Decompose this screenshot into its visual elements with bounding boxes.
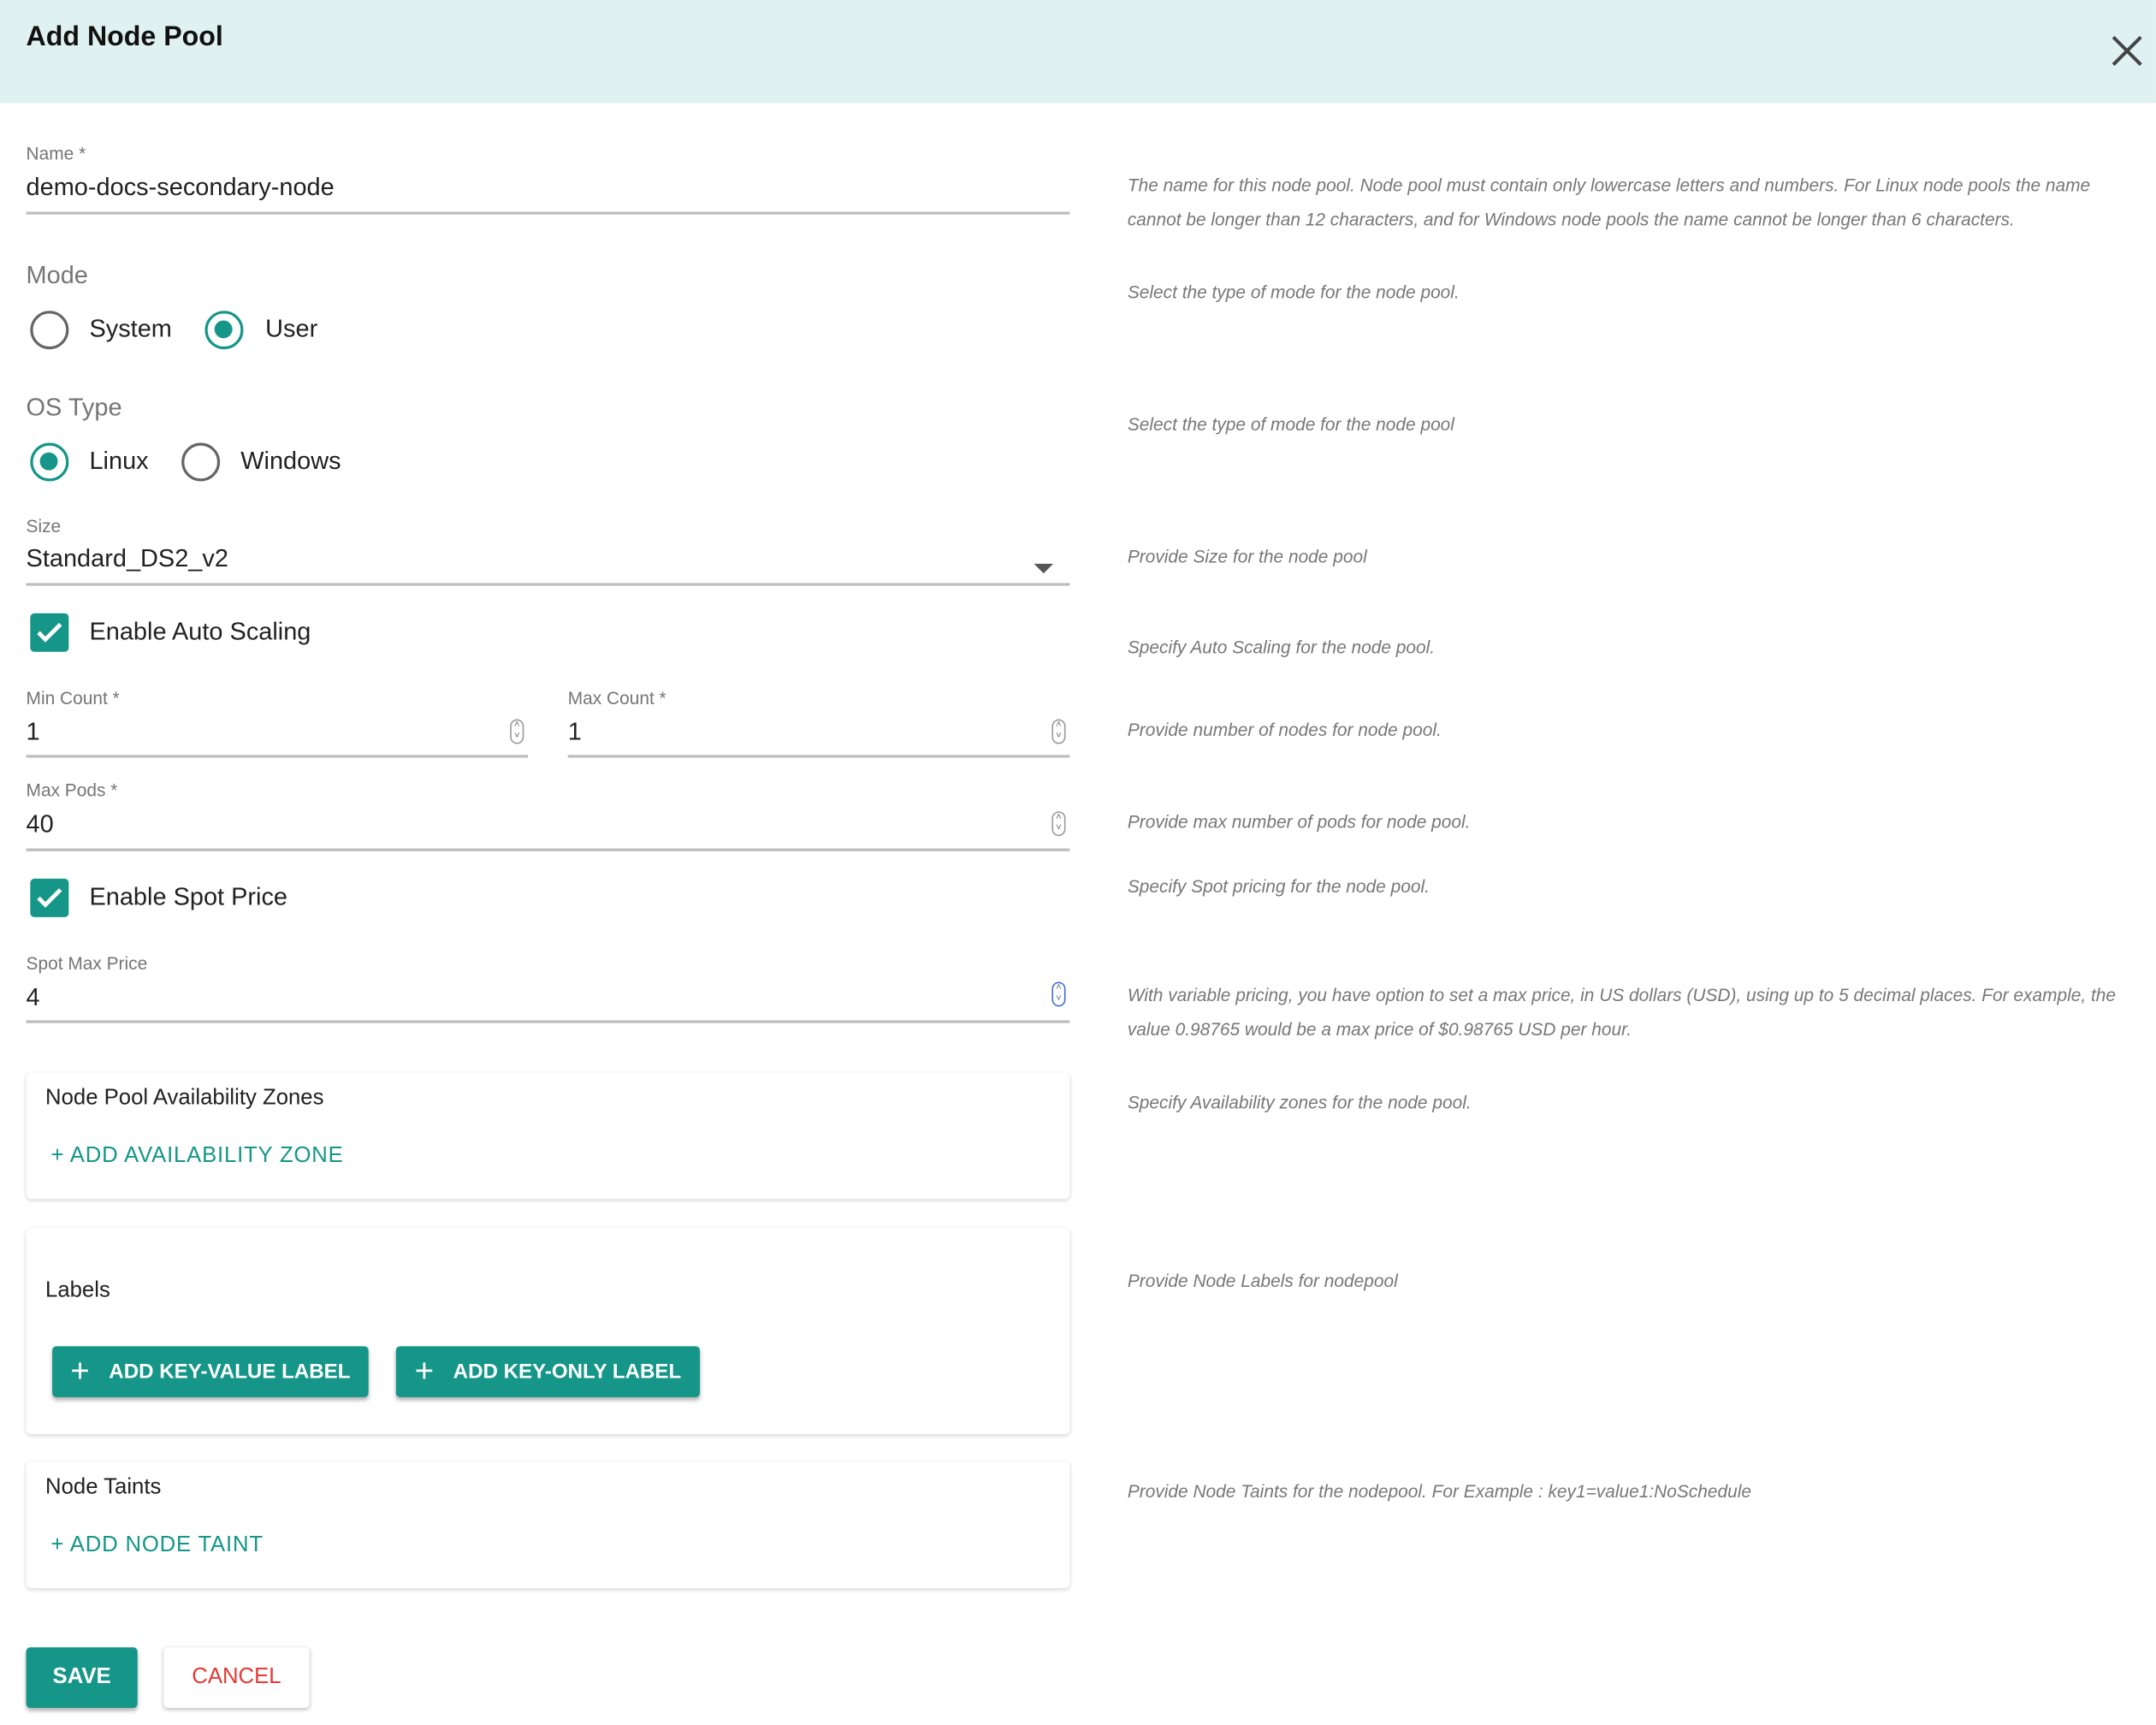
min-count-label: Min Count * [26, 687, 120, 708]
availability-zones-title: Node Pool Availability Zones [45, 1086, 324, 1110]
mode-system-radio[interactable] [30, 311, 69, 350]
auto-scaling-label[interactable]: Enable Auto Scaling [89, 618, 311, 647]
max-count-label: Max Count * [567, 687, 666, 708]
chevron-down-icon[interactable] [1034, 563, 1054, 574]
dialog-title: Add Node Pool [26, 21, 223, 53]
mode-system-label[interactable]: System [89, 315, 171, 344]
add-key-only-label-button[interactable]: + ADD KEY-ONLY LABEL [395, 1346, 701, 1397]
availability-zones-help: Specify Availability zones for the node … [1127, 1092, 1472, 1113]
mode-label: Mode [26, 261, 88, 289]
check-icon [37, 888, 62, 908]
max-count-input[interactable]: 1 [568, 718, 582, 747]
name-label: Name * [26, 143, 86, 164]
min-count-stepper[interactable]: ˄ ˅ [510, 719, 524, 744]
max-pods-stepper[interactable]: ˄ ˅ [1051, 811, 1066, 837]
size-select[interactable]: Standard_DS2_v2 [27, 544, 228, 573]
node-taints-help: Provide Node Taints for the nodepool. Fo… [1127, 1480, 1751, 1502]
mode-user-radio[interactable] [204, 311, 244, 350]
plus-icon: + [70, 1352, 90, 1390]
max-pods-label: Max Pods * [26, 780, 118, 801]
name-help: The name for this node pool. Node pool m… [1127, 175, 2091, 230]
spot-price-label[interactable]: Enable Spot Price [89, 883, 287, 912]
cancel-button[interactable]: CANCEL [163, 1647, 310, 1709]
max-pods-input[interactable]: 40 [27, 810, 54, 839]
os-linux-label[interactable]: Linux [89, 447, 148, 476]
spot-price-checkbox[interactable] [30, 878, 69, 917]
spot-max-price-help: With variable pricing, you have option t… [1127, 984, 2117, 1040]
availability-zones-card: Node Pool Availability Zones + ADD AVAIL… [26, 1072, 1070, 1200]
save-button[interactable]: SAVE [26, 1647, 138, 1709]
node-taints-title: Node Taints [45, 1475, 162, 1499]
spot-price-help: Specify Spot pricing for the node pool. [1127, 875, 1430, 897]
max-pods-underline [26, 848, 1070, 851]
dialog-header [0, 0, 2156, 104]
os-type-help: Select the type of mode for the node poo… [1127, 413, 1454, 435]
name-input[interactable]: demo-docs-secondary-node [27, 173, 335, 202]
spot-max-price-label: Spot Max Price [26, 952, 148, 974]
os-windows-label[interactable]: Windows [240, 447, 341, 476]
plus-icon: + [414, 1352, 435, 1390]
mode-help: Select the type of mode for the node poo… [1127, 282, 1460, 303]
size-label: Size [26, 515, 62, 536]
min-count-input[interactable]: 1 [27, 718, 40, 747]
count-help: Provide number of nodes for node pool. [1127, 719, 1442, 740]
name-underline [26, 211, 1070, 215]
os-windows-radio[interactable] [181, 442, 221, 482]
size-help: Provide Size for the node pool [1127, 546, 1367, 567]
auto-scaling-checkbox[interactable] [30, 613, 69, 652]
max-pods-help: Provide max number of pods for node pool… [1127, 811, 1471, 833]
max-count-stepper[interactable]: ˄ ˅ [1051, 719, 1066, 744]
node-taints-card: Node Taints + ADD NODE TAINT [26, 1461, 1070, 1589]
add-availability-zone-button[interactable]: + ADD AVAILABILITY ZONE [50, 1144, 343, 1169]
spot-max-price-stepper[interactable]: ˄ ˅ [1051, 981, 1066, 1007]
spot-max-price-input[interactable]: 4 [27, 983, 40, 1012]
mode-user-label[interactable]: User [265, 315, 317, 344]
os-linux-radio[interactable] [30, 442, 69, 482]
spot-max-price-underline [26, 1020, 1070, 1023]
os-type-label: OS Type [26, 393, 122, 421]
labels-card: Labels + ADD KEY-VALUE LABEL + ADD KEY-ONL… [26, 1228, 1070, 1435]
auto-scaling-help: Specify Auto Scaling for the node pool. [1127, 637, 1436, 658]
labels-title: Labels [45, 1278, 110, 1302]
check-icon [37, 622, 62, 643]
add-node-taint-button[interactable]: + ADD NODE TAINT [50, 1533, 263, 1558]
add-key-value-label-button[interactable]: + ADD KEY-VALUE LABEL [52, 1346, 369, 1397]
min-count-underline [26, 755, 529, 758]
max-count-underline [567, 755, 1070, 758]
labels-help: Provide Node Labels for nodepool [1127, 1270, 1398, 1292]
size-underline [26, 583, 1070, 586]
close-icon[interactable] [2106, 30, 2147, 71]
